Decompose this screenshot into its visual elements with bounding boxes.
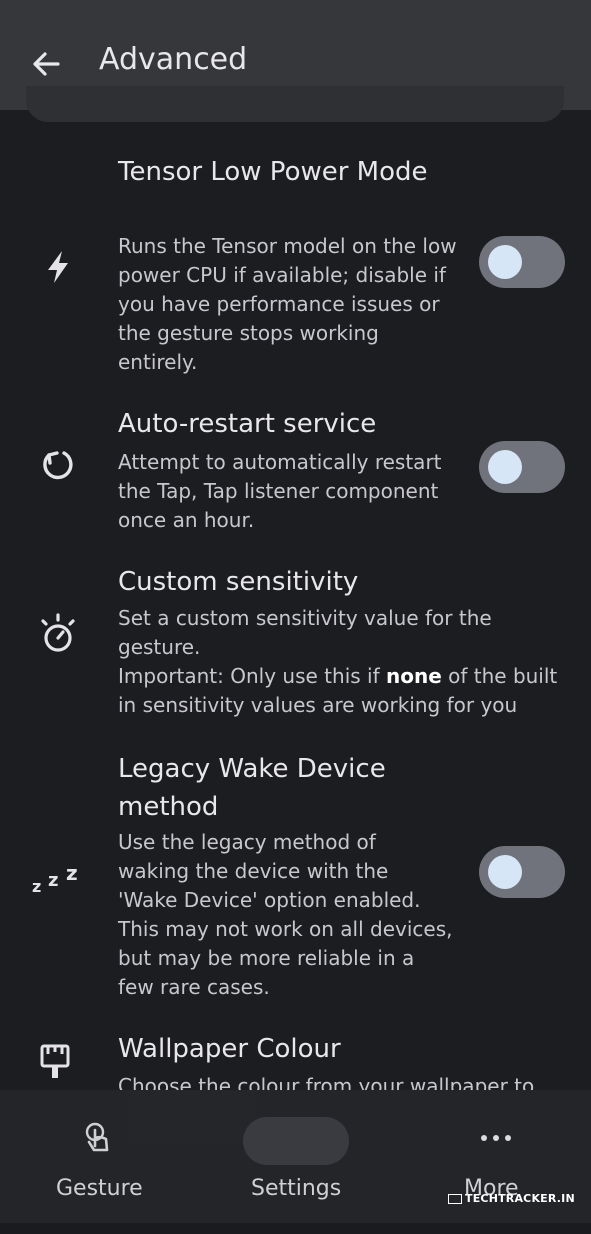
svg-text:z: z xyxy=(66,861,78,885)
setting-auto-restart[interactable]: Auto-restart service Attempt to automati… xyxy=(0,403,591,543)
setting-description: Choose the colour from your wallpaper to… xyxy=(118,1074,535,1090)
restart-icon xyxy=(36,443,80,487)
watermark-text: TECHTRACKER.IN xyxy=(465,1192,575,1205)
watermark-logo-icon xyxy=(448,1194,462,1204)
arrow-left-icon xyxy=(33,52,60,76)
setting-description: Runs the Tensor model on the low power C… xyxy=(118,234,457,374)
setting-title: Wallpaper Colour xyxy=(118,1034,341,1064)
toggle-knob xyxy=(488,245,522,279)
setting-description: Attempt to automatically restart the Tap… xyxy=(118,450,442,532)
setting-wallpaper-colour[interactable]: Wallpaper Colour Choose the colour from … xyxy=(0,1030,591,1090)
setting-title: Auto-restart service xyxy=(118,409,377,439)
nav-label: Gesture xyxy=(56,1176,143,1201)
touch-icon xyxy=(80,1120,116,1156)
description-line: Set a custom sensitivity value for the g… xyxy=(118,606,492,659)
selected-indicator xyxy=(243,1117,349,1165)
setting-title: Legacy Wake Device method xyxy=(118,754,386,822)
setting-description: Use the legacy method of waking the devi… xyxy=(118,830,453,999)
setting-title: Tensor Low Power Mode xyxy=(118,157,428,187)
paint-brush-icon xyxy=(36,1040,80,1084)
legacy-wake-toggle[interactable] xyxy=(479,846,565,898)
page-title: Advanced xyxy=(99,42,248,77)
description-bold: none xyxy=(385,664,442,688)
sleep-zzz-icon: z z z xyxy=(30,856,86,900)
watermark: TECHTRACKER.IN xyxy=(448,1192,575,1205)
stopwatch-icon xyxy=(36,611,80,655)
setting-description: Set a custom sensitivity value for the g… xyxy=(118,604,568,720)
toggle-knob xyxy=(488,450,522,484)
bolt-icon xyxy=(36,245,80,289)
settings-list: Tensor Low Power Mode Runs the Tensor mo… xyxy=(0,110,591,1090)
setting-title: Custom sensitivity xyxy=(118,567,359,597)
setting-tensor-low-power[interactable]: Tensor Low Power Mode Runs the Tensor mo… xyxy=(0,150,591,380)
nav-label: Settings xyxy=(251,1176,342,1201)
setting-legacy-wake[interactable]: z z z Legacy Wake Device method Use the … xyxy=(0,748,591,1008)
description-prefix: Important: Only use this if xyxy=(118,664,386,688)
tensor-low-power-toggle[interactable] xyxy=(479,236,565,288)
toggle-knob xyxy=(488,855,522,889)
back-button[interactable] xyxy=(28,46,64,82)
setting-custom-sensitivity[interactable]: Custom sensitivity Set a custom sensitiv… xyxy=(0,561,591,726)
svg-text:z: z xyxy=(32,877,41,896)
more-horizontal-icon xyxy=(478,1120,514,1156)
svg-text:z: z xyxy=(48,870,58,891)
nav-gesture[interactable]: Gesture xyxy=(40,1090,160,1223)
gesture-bar-area xyxy=(0,1223,591,1234)
auto-restart-toggle[interactable] xyxy=(479,441,565,493)
